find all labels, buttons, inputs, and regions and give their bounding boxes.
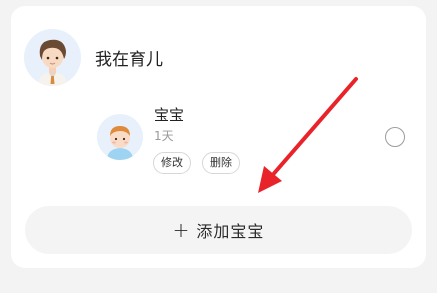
parent-row[interactable]: 我在育儿 (24, 29, 163, 86)
add-baby-label: 添加宝宝 (196, 222, 265, 241)
add-baby-button[interactable]: + 添加宝宝 (25, 206, 412, 254)
baby-select-radio[interactable] (385, 127, 405, 147)
baby-age: 1天 (154, 129, 174, 143)
parent-avatar (24, 29, 81, 86)
delete-baby-button[interactable]: 删除 (202, 152, 240, 174)
baby-avatar (97, 114, 143, 160)
baby-name: 宝宝 (154, 106, 185, 124)
plus-icon: + (172, 218, 191, 242)
edit-baby-button[interactable]: 修改 (153, 152, 191, 174)
parent-name: 我在育儿 (95, 50, 163, 70)
